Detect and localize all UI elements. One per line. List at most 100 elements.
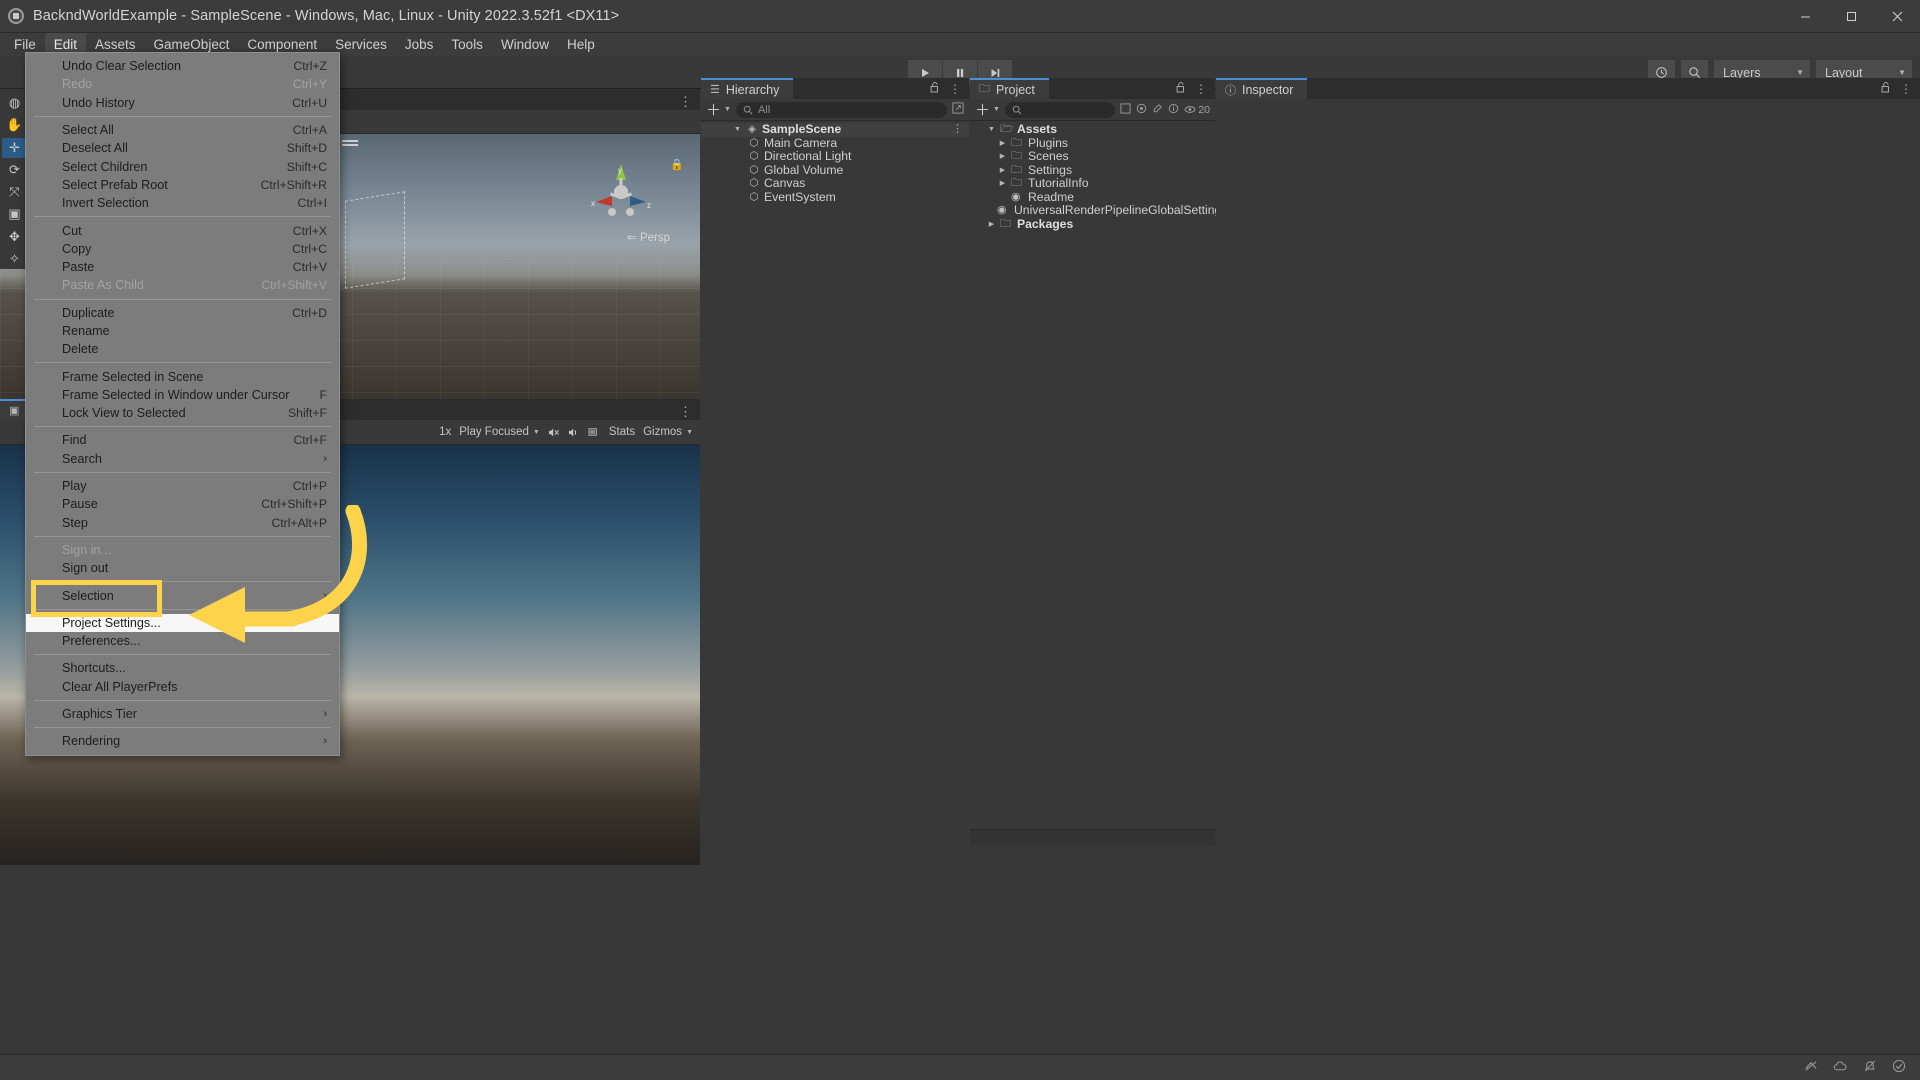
scale-tool[interactable]: ⤧: [2, 182, 28, 202]
hierarchy-search-input[interactable]: All: [735, 101, 947, 118]
hierarchy-item-eventsystem[interactable]: ⬡ EventSystem: [701, 190, 969, 205]
lock-open-icon[interactable]: [930, 81, 940, 96]
menu-item-rendering[interactable]: Rendering ›: [26, 732, 339, 750]
hand-tool[interactable]: ✋: [2, 115, 28, 135]
menu-help[interactable]: Help: [558, 33, 604, 56]
menu-window[interactable]: Window: [492, 33, 558, 56]
project-filter-icon[interactable]: [1136, 101, 1147, 119]
menu-item-select-children[interactable]: Select Children Shift+C: [26, 157, 339, 175]
hierarchy-item-directional-light[interactable]: ⬡ Directional Light: [701, 149, 969, 164]
move-tool[interactable]: ✛: [1, 137, 28, 158]
lock-open-icon[interactable]: [1881, 81, 1891, 96]
project-item-urp-global-settings[interactable]: ▶ ◉ UniversalRenderPipelineGlobalSetting…: [970, 203, 1227, 218]
maximize-button[interactable]: [1828, 0, 1874, 33]
cloud-icon[interactable]: [1833, 1060, 1848, 1076]
scene-kebab-menu-icon[interactable]: ⋮: [679, 94, 700, 110]
transform-tool[interactable]: ✥: [2, 227, 28, 247]
audio-toggle[interactable]: [568, 427, 580, 438]
account-icon[interactable]: ◍: [2, 93, 28, 113]
project-open-search-icon[interactable]: [1120, 101, 1131, 119]
menu-item-search[interactable]: Search ›: [26, 450, 339, 468]
hierarchy-row-kebab-icon[interactable]: ⋮: [952, 123, 969, 137]
project-info-icon[interactable]: [1168, 101, 1179, 119]
collab-icon[interactable]: [1804, 1059, 1818, 1076]
game-kebab-menu-icon[interactable]: ⋮: [679, 404, 700, 420]
project-visible-count[interactable]: 20: [1184, 104, 1210, 116]
menu-item-select-all[interactable]: Select All Ctrl+A: [26, 121, 339, 139]
menu-item-lock-view-to-selected[interactable]: Lock View to Selected Shift+F: [26, 404, 339, 422]
menu-item-selection[interactable]: Selection ›: [26, 586, 339, 604]
rect-tool[interactable]: ▣: [2, 204, 28, 224]
minimize-button[interactable]: [1782, 0, 1828, 33]
menu-item-find[interactable]: Find Ctrl+F: [26, 431, 339, 449]
menu-item-rename[interactable]: Rename: [26, 322, 339, 340]
project-item-settings[interactable]: ▶ 🗀 Settings: [970, 163, 1215, 178]
tab-project[interactable]: 🗀 Project: [970, 78, 1049, 99]
project-item-scenes[interactable]: ▶ 🗀 Scenes: [970, 149, 1215, 164]
mute-audio-toggle[interactable]: [548, 427, 560, 438]
menu-item-invert-selection[interactable]: Invert Selection Ctrl+I: [26, 194, 339, 212]
tab-hierarchy[interactable]: ☰ Hierarchy: [701, 78, 794, 99]
expand-triangle-icon[interactable]: ▼: [733, 123, 742, 137]
project-search-input[interactable]: [1004, 101, 1116, 118]
menu-item-frame-selected-in-window-under-cursor[interactable]: Frame Selected in Window under Cursor F: [26, 386, 339, 404]
menu-item-duplicate[interactable]: Duplicate Ctrl+D: [26, 304, 339, 322]
menu-item-shortcuts[interactable]: Shortcuts...: [26, 659, 339, 677]
menu-item-clear-all-playerprefs[interactable]: Clear All PlayerPrefs: [26, 678, 339, 696]
menu-item-copy[interactable]: Copy Ctrl+C: [26, 240, 339, 258]
menu-item-graphics-tier[interactable]: Graphics Tier ›: [26, 705, 339, 723]
menu-item-deselect-all[interactable]: Deselect All Shift+D: [26, 139, 339, 157]
aspect-ratio-dropdown[interactable]: [588, 427, 601, 437]
menu-item-undo-clear-selection[interactable]: Undo Clear Selection Ctrl+Z: [26, 57, 339, 75]
project-item-packages[interactable]: ▶ 🗀 Packages: [970, 217, 1215, 232]
menu-item-pause[interactable]: Pause Ctrl+Shift+P: [26, 495, 339, 513]
project-item-tutorialinfo[interactable]: ▶ 🗀 TutorialInfo: [970, 176, 1215, 191]
game-scale-value[interactable]: 1x: [439, 426, 451, 438]
project-item-assets[interactable]: ▼ 🗁 Assets: [970, 122, 1215, 137]
scene-projection-label[interactable]: ⇐ Persp: [627, 230, 670, 244]
collapse-triangle-icon[interactable]: ▶: [998, 150, 1007, 164]
menu-item-cut[interactable]: Cut Ctrl+X: [26, 221, 339, 239]
hierarchy-open-search-icon[interactable]: [952, 101, 964, 119]
rotate-tool[interactable]: ⟳: [2, 160, 28, 180]
hierarchy-item-main-camera[interactable]: ⬡ Main Camera: [701, 136, 969, 151]
project-item-plugins[interactable]: ▶ 🗀 Plugins: [970, 136, 1215, 151]
tab-inspector[interactable]: ⓘ Inspector: [1216, 78, 1308, 99]
menu-item-undo-history[interactable]: Undo History Ctrl+U: [26, 94, 339, 112]
scene-drag-handle[interactable]: [342, 140, 358, 146]
menu-item-preferences[interactable]: Preferences...: [26, 632, 339, 650]
stats-toggle[interactable]: Stats: [609, 426, 635, 438]
lock-open-icon[interactable]: [1176, 81, 1186, 96]
menu-item-sign-out[interactable]: Sign out: [26, 559, 339, 577]
collapse-triangle-icon[interactable]: ▶: [998, 137, 1007, 151]
scene-orientation-gizmo[interactable]: y x z: [588, 156, 654, 222]
menu-item-select-prefab-root[interactable]: Select Prefab Root Ctrl+Shift+R: [26, 176, 339, 194]
menu-item-delete[interactable]: Delete: [26, 340, 339, 358]
project-kebab-menu-icon[interactable]: ⋮: [1195, 82, 1207, 96]
inspector-kebab-menu-icon[interactable]: ⋮: [1900, 82, 1912, 96]
custom-tool[interactable]: ✧: [2, 249, 28, 269]
menu-item-project-settings[interactable]: Project Settings...: [26, 613, 339, 633]
menu-item-paste[interactable]: Paste Ctrl+V: [26, 258, 339, 276]
close-button[interactable]: [1874, 0, 1920, 33]
project-favorite-icon[interactable]: [1152, 101, 1163, 119]
hierarchy-item-canvas[interactable]: ⬡ Canvas: [701, 176, 969, 191]
menu-tools[interactable]: Tools: [442, 33, 492, 56]
account-status-icon[interactable]: [1892, 1059, 1906, 1076]
gizmos-dropdown[interactable]: Gizmos ▼: [643, 426, 693, 438]
notification-off-icon[interactable]: [1863, 1059, 1877, 1076]
menu-item-frame-selected-in-scene[interactable]: Frame Selected in Scene: [26, 367, 339, 385]
menu-item-step[interactable]: Step Ctrl+Alt+P: [26, 514, 339, 532]
play-focused-dropdown[interactable]: Play Focused ▼: [459, 426, 540, 438]
hierarchy-item-samplescene[interactable]: ▼ ◈ SampleScene ⋮: [701, 122, 969, 137]
project-item-readme[interactable]: ▶ ◉ Readme: [970, 190, 1215, 205]
collapse-triangle-icon[interactable]: ▶: [998, 164, 1007, 178]
menu-item-play[interactable]: Play Ctrl+P: [26, 477, 339, 495]
expand-triangle-icon[interactable]: ▼: [987, 123, 996, 137]
hierarchy-kebab-menu-icon[interactable]: ⋮: [949, 82, 961, 96]
hierarchy-add-button[interactable]: ＋ ▼: [706, 99, 731, 120]
menu-jobs[interactable]: Jobs: [396, 33, 443, 56]
hierarchy-item-global-volume[interactable]: ⬡ Global Volume: [701, 163, 969, 178]
project-add-button[interactable]: ＋ ▼: [975, 99, 1000, 120]
collapse-triangle-icon[interactable]: ▶: [987, 218, 996, 232]
